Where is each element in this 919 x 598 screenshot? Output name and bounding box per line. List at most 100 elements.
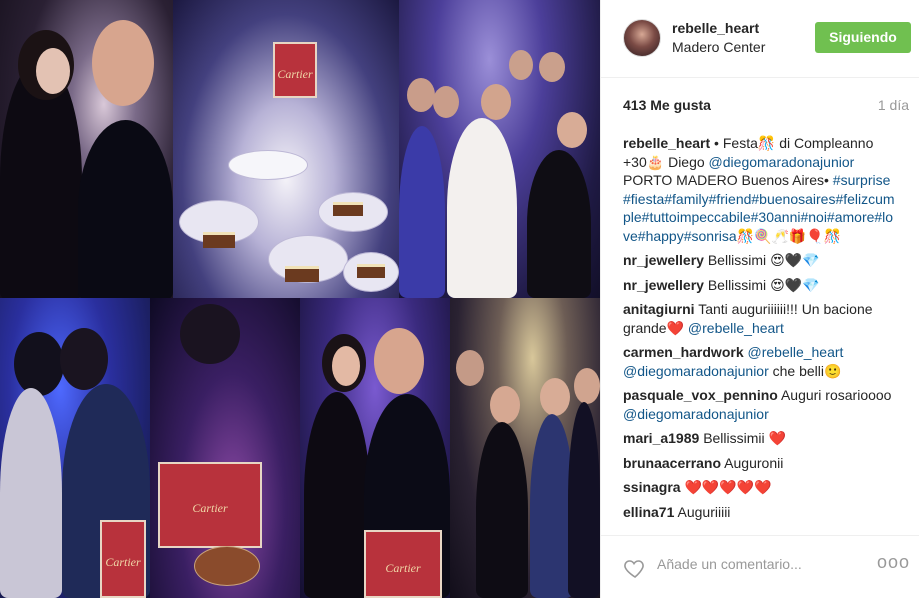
photo-person [78,120,173,298]
photo-face [574,368,600,404]
caption-emoji-2: 🎂 [646,153,665,170]
caption-mention[interactable]: @diegomaradonajunior [709,154,855,170]
post-header: rebelle_heart Madero Center Siguiendo [601,0,919,78]
comment-mention[interactable]: @rebelle_heart [688,320,784,336]
comment-username[interactable]: ssinagra [623,479,681,495]
caption-emoji-1: 🎊 [757,135,776,151]
post-details-panel: rebelle_heart Madero Center Siguiendo 41… [600,0,919,598]
photo-face [539,52,565,82]
comment-text: Bellissimii [703,430,765,446]
photo-head [60,328,108,390]
photo-face [540,378,570,416]
following-button[interactable]: Siguiendo [815,22,911,53]
photo-person [0,388,62,598]
comments-list[interactable]: rebelle_heart • Festa🎊 di Compleanno +30… [601,126,919,536]
comment-text: Auguri rosarioooo [780,387,892,403]
more-options-icon[interactable]: ooo [877,552,910,573]
comment-emoji: 🙂 [824,362,842,379]
photo-bag-brand: Cartier [105,555,141,570]
comment-username[interactable]: carmen_hardwork [623,344,744,360]
comment-text: Auguriiiii [677,503,731,520]
like-heart-icon[interactable] [623,556,647,580]
comment-username[interactable]: pasquale_vox_pennino [623,387,778,403]
photo-face [557,112,587,148]
photo-person [527,150,591,298]
comment-item: brunaacerrano Auguronii [623,454,898,473]
comment-username[interactable]: nr_jewellery [623,252,704,268]
photo-cake [333,202,363,216]
photo-face [407,78,435,112]
photo-person [447,118,517,298]
caption: rebelle_heart • Festa🎊 di Compleanno +30… [623,134,898,245]
comment-emoji: ❤️ [768,430,786,446]
post-location[interactable]: Madero Center [672,39,765,55]
caption-emoji-tail: 🎊🍭🥂🎁🎈🎊 [736,227,842,244]
comment-item: ellina71 Auguriiiii [623,503,898,522]
post-time[interactable]: 1 día [878,97,909,113]
avatar[interactable] [623,19,661,57]
photo-head [180,304,240,364]
photo-bag-brand: Cartier [385,560,421,575]
photo-face [374,328,424,394]
photo-tile-kiss: Cartier [0,298,150,598]
photo-face [481,84,511,120]
photo-bag: Cartier [100,520,146,598]
photo-cake-stand [228,150,308,180]
comment-item: mari_a1989 Bellissimii ❤️ [623,429,898,448]
comment-item: anitagiurni Tanti auguriiiiii!!! Un baci… [623,300,898,337]
comment-text: che belli [772,362,825,379]
likes-count[interactable]: 413 Me gusta [623,97,711,113]
comment-item: ssinagra ❤️❤️❤️❤️❤️ [623,478,898,497]
caption-username[interactable]: rebelle_heart [623,135,710,151]
comment-username[interactable]: brunaacerrano [623,455,721,471]
photo-bag: Cartier [273,42,317,98]
photo-tile-siblings: Cartier [300,298,450,598]
comment-emoji: 😍🖤💎 [770,276,820,293]
comment-emoji: ❤️ [666,319,685,336]
comment-username[interactable]: ellina71 [623,504,674,520]
post-username[interactable]: rebelle_heart [672,20,759,36]
add-comment-input[interactable]: Añade un comentario... [657,556,802,572]
photo-cake [357,264,385,278]
photo-bag: Cartier [158,462,262,548]
comment-item: pasquale_vox_pennino Auguri rosarioooo @… [623,386,898,423]
comment-item: carmen_hardwork @rebelle_heart @diegomar… [623,343,898,380]
photo-bag: Cartier [364,530,442,598]
photo-bag-brand: Cartier [277,67,313,82]
comment-text: Bellissimi [707,252,767,268]
photo-cake [285,266,319,282]
caption-text-4: PORTO MADERO Buenos Aires• [623,172,833,188]
comment-emoji: 😍🖤💎 [770,252,820,268]
post-photo[interactable]: Cartier Cartier Cartier Cartier [0,0,600,598]
photo-tile-family [399,0,600,298]
comment-text: Auguronii [724,454,784,471]
comment-item: nr_jewellery Bellissimi 😍🖤💎 [623,276,898,295]
comment-username[interactable]: anitagiurni [623,301,695,317]
photo-cake-plate [194,546,260,586]
comment-emoji: ❤️❤️❤️❤️❤️ [684,479,772,495]
comment-username[interactable]: mari_a1989 [623,430,699,446]
photo-head [14,332,64,396]
comment-text: Bellissimi [707,276,767,293]
photo-face [509,50,533,80]
photo-tile-desserts: Cartier [173,0,399,298]
caption-text-3: Diego [664,153,709,170]
photo-face [36,48,70,94]
photo-cake [203,232,235,248]
comment-item: nr_jewellery Bellissimi 😍🖤💎 [623,251,898,270]
photo-person [304,392,370,598]
photo-face [490,386,520,424]
comment-username[interactable]: nr_jewellery [623,277,704,293]
photo-face [332,346,360,386]
photo-face [92,20,154,106]
photo-person [568,402,600,598]
comment-mention[interactable]: @diegomaradonajunior [623,406,769,422]
comment-bar: Añade un comentario... ooo [601,535,919,598]
caption-text-1: • Festa [710,135,758,151]
photo-person [399,126,445,298]
photo-face [433,86,459,118]
photo-bag-brand: Cartier [192,500,228,515]
photo-person [476,422,528,598]
photo-tile-cake: Cartier [150,298,300,598]
photo-tile-group [450,298,600,598]
